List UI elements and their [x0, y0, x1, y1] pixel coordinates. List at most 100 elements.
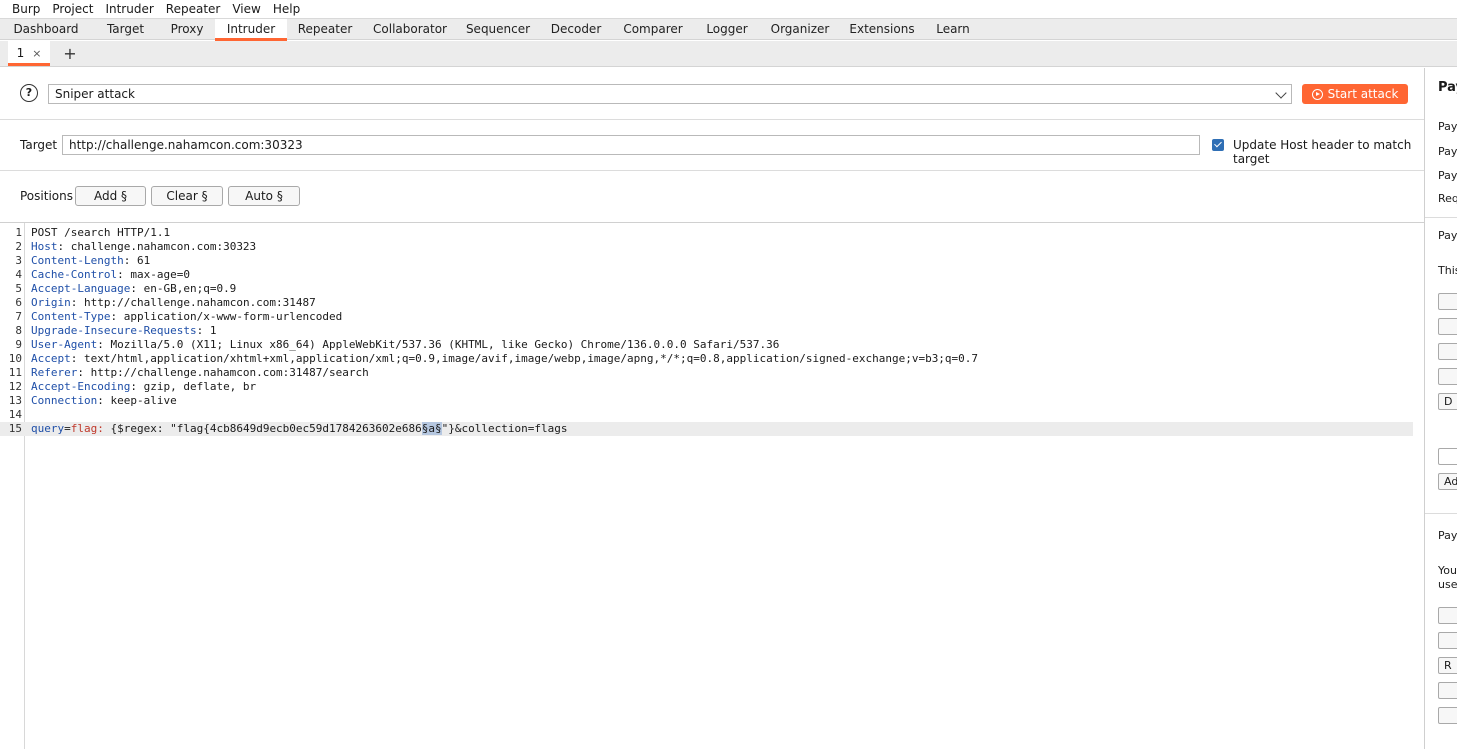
menu-item-intruder[interactable]: Intruder: [99, 1, 159, 17]
add-marker-button[interactable]: Add §: [75, 186, 146, 206]
tab-comparer[interactable]: Comparer: [613, 19, 693, 40]
tab-extensions[interactable]: Extensions: [839, 19, 925, 40]
payloads-panel: Pay Payl Payl Payl Req Payl This D Ad Pa…: [1424, 68, 1457, 749]
play-circle-icon: [1311, 88, 1323, 100]
header-value: en-GB,en;q=0.9: [143, 282, 237, 295]
code-line: 8 Upgrade-Insecure-Requests: 1: [0, 324, 1424, 338]
request-editor[interactable]: 1 POST /search HTTP/1.1 2 Host: challenge.n…: [0, 222, 1424, 749]
line-number: 8: [15, 324, 22, 337]
payload-row: Payl: [1438, 120, 1457, 133]
request-line: POST /search HTTP/1.1: [31, 226, 171, 239]
menu-item-burp[interactable]: Burp: [0, 1, 46, 17]
payload-action-button[interactable]: [1438, 343, 1457, 360]
request-code: 1 POST /search HTTP/1.1 2 Host: challenge.n…: [0, 226, 1424, 436]
header-value: http://challenge.nahamcon.com:31487: [84, 296, 316, 309]
processing-action-button[interactable]: [1438, 707, 1457, 724]
menu-item-view[interactable]: View: [226, 1, 266, 17]
payload-processing-desc: You: [1438, 564, 1457, 577]
menu-bar: Burp Project Intruder Repeater View Help: [0, 0, 1457, 18]
line-number: 6: [15, 296, 22, 309]
menu-item-project[interactable]: Project: [46, 1, 99, 17]
body-param-value: flag:: [70, 422, 104, 435]
help-icon[interactable]: ?: [20, 84, 38, 102]
line-number: 5: [15, 282, 22, 295]
header-value: max-age=0: [130, 268, 190, 281]
header-name: Cache-Control: [31, 268, 118, 281]
intruder-subtab-bar: 1 × +: [0, 40, 1457, 67]
menu-item-help[interactable]: Help: [267, 1, 306, 17]
tab-target[interactable]: Target: [92, 19, 159, 40]
header-value: keep-alive: [110, 394, 177, 407]
clear-markers-button[interactable]: Clear §: [151, 186, 223, 206]
processing-action-button[interactable]: [1438, 607, 1457, 624]
code-line: 14: [0, 408, 1424, 422]
line-number: 3: [15, 254, 22, 267]
tab-intruder[interactable]: Intruder: [215, 19, 287, 41]
line-number: 10: [8, 352, 22, 365]
tab-organizer[interactable]: Organizer: [761, 19, 839, 40]
code-line: 2 Host: challenge.nahamcon.com:30323: [0, 240, 1424, 254]
start-attack-button[interactable]: Start attack: [1302, 84, 1408, 104]
update-host-checkbox[interactable]: [1212, 139, 1224, 151]
line-number: 13: [8, 394, 22, 407]
payload-action-button[interactable]: [1438, 368, 1457, 385]
menu-item-repeater[interactable]: Repeater: [160, 1, 227, 17]
header-value: 61: [136, 254, 151, 267]
header-name: Accept-Language: [31, 282, 131, 295]
attack-type-select[interactable]: Sniper attack: [48, 84, 1292, 104]
tab-learn[interactable]: Learn: [925, 19, 981, 40]
code-line: 13 Connection: keep-alive: [0, 394, 1424, 408]
tab-decoder[interactable]: Decoder: [539, 19, 613, 40]
code-line: 6 Origin: http://challenge.nahamcon.com:3…: [0, 296, 1424, 310]
line-text: Connection: keep-alive: [31, 394, 177, 407]
close-icon[interactable]: ×: [32, 47, 41, 60]
tab-sequencer[interactable]: Sequencer: [457, 19, 539, 40]
payload-action-button[interactable]: [1438, 293, 1457, 310]
tab-proxy[interactable]: Proxy: [159, 19, 215, 40]
code-line: 1 POST /search HTTP/1.1: [0, 226, 1424, 240]
code-line: 5 Accept-Language: en-GB,en;q=0.9: [0, 282, 1424, 296]
code-line: 15 query=flag: {$regex: "flag{4cb8649d9ec…: [0, 422, 1413, 436]
payload-config-title: Payl: [1438, 229, 1457, 242]
line-text: Origin: http://challenge.nahamcon.com:31…: [31, 296, 316, 309]
target-label: Target: [20, 138, 58, 152]
code-line: 9 User-Agent: Mozilla/5.0 (X11; Linux x86…: [0, 338, 1424, 352]
body-param-name: query: [31, 422, 65, 435]
payloads-title: Pay: [1438, 80, 1457, 95]
payload-processing-desc: usec: [1438, 578, 1457, 591]
header-name: Accept: [31, 352, 71, 365]
header-name: Content-Length: [31, 254, 124, 267]
body-param-eq: =: [64, 422, 71, 435]
header-name: Origin: [31, 296, 71, 309]
line-number: 4: [15, 268, 22, 281]
add-tab-icon[interactable]: +: [58, 40, 82, 66]
line-text: POST /search HTTP/1.1: [31, 226, 170, 240]
tab-collaborator[interactable]: Collaborator: [363, 19, 457, 40]
header-value: text/html,application/xhtml+xml,applicat…: [84, 352, 979, 365]
code-line: 3 Content-Length: 61: [0, 254, 1424, 268]
header-name: User-Agent: [31, 338, 98, 351]
payload-action-button[interactable]: [1438, 318, 1457, 335]
processing-action-button[interactable]: [1438, 632, 1457, 649]
deduplicate-button[interactable]: D: [1438, 393, 1457, 410]
attack-type-value: Sniper attack: [55, 87, 135, 101]
auto-markers-button[interactable]: Auto §: [228, 186, 300, 206]
code-line: 12 Accept-Encoding: gzip, deflate, br: [0, 380, 1424, 394]
payload-row: Payl: [1438, 169, 1457, 182]
tab-dashboard[interactable]: Dashboard: [0, 19, 92, 40]
payload-processing-title: Payl: [1438, 529, 1457, 542]
header-name: Host: [31, 240, 58, 253]
line-text: Host: challenge.nahamcon.com:30323: [31, 240, 257, 253]
processing-action-button[interactable]: [1438, 682, 1457, 699]
tab-logger[interactable]: Logger: [693, 19, 761, 40]
subtab-1[interactable]: 1 ×: [8, 40, 50, 66]
tab-repeater[interactable]: Repeater: [287, 19, 363, 40]
target-url-input[interactable]: http://challenge.nahamcon.com:30323: [62, 135, 1200, 155]
code-line: 10 Accept: text/html,application/xhtml+xm…: [0, 352, 1424, 366]
line-number: 11: [8, 366, 22, 379]
header-value: application/x-www-form-urlencoded: [123, 310, 343, 323]
add-payload-button[interactable]: Ad: [1438, 473, 1457, 490]
line-text: Upgrade-Insecure-Requests: 1: [31, 324, 217, 337]
processing-remove-button[interactable]: R: [1438, 657, 1457, 674]
payload-entry-input[interactable]: [1438, 448, 1457, 465]
